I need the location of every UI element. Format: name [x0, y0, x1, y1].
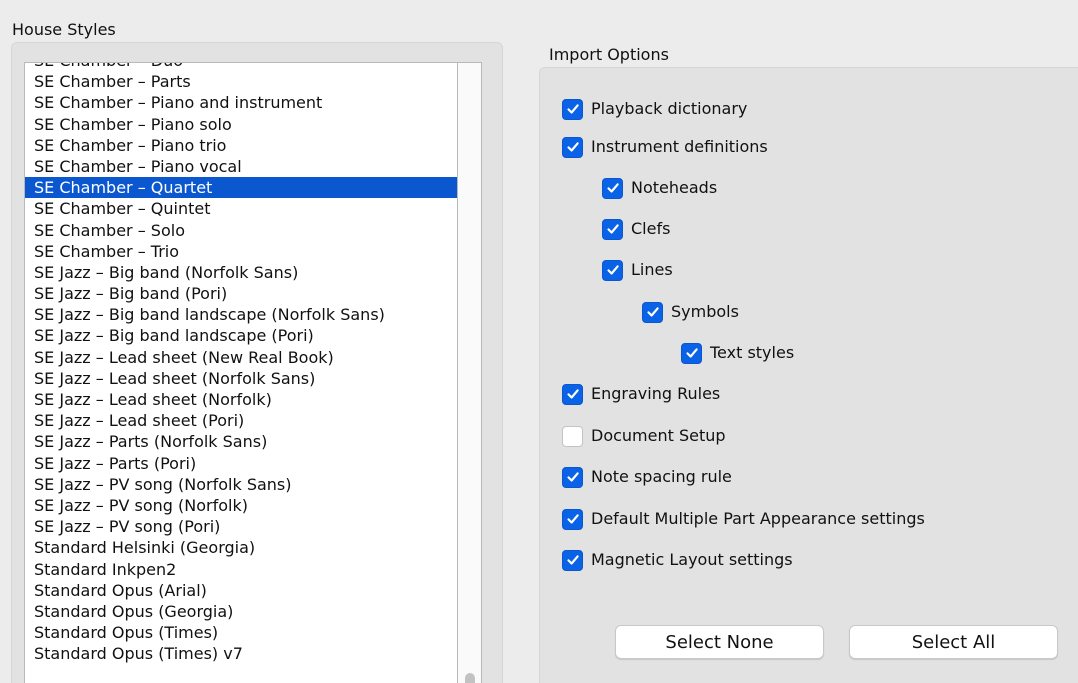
house-styles-title: House Styles: [12, 20, 116, 39]
house-style-item[interactable]: Standard Inkpen2: [25, 559, 457, 580]
house-style-item[interactable]: SE Jazz – Lead sheet (New Real Book): [25, 347, 457, 368]
import-option[interactable]: Noteheads: [602, 175, 717, 201]
house-style-item[interactable]: SE Chamber – Solo: [25, 220, 457, 241]
house-style-item[interactable]: Standard Opus (Georgia): [25, 601, 457, 622]
house-style-item[interactable]: SE Chamber – Piano solo: [25, 114, 457, 135]
house-style-item[interactable]: SE Chamber – Piano and instrument: [25, 92, 457, 113]
house-style-item[interactable]: SE Jazz – Parts (Norfolk Sans): [25, 431, 457, 452]
checkbox-checked-icon[interactable]: [602, 218, 623, 240]
import-option[interactable]: Playback dictionary: [562, 96, 747, 122]
scrollbar-thumb[interactable]: [465, 673, 475, 683]
house-style-item[interactable]: Standard Opus (Arial): [25, 580, 457, 601]
house-style-item[interactable]: SE Chamber – Parts: [25, 71, 457, 92]
house-style-item[interactable]: Standard Helsinki (Georgia): [25, 537, 457, 558]
house-style-item[interactable]: SE Jazz – Big band landscape (Pori): [25, 325, 457, 346]
house-styles-scrollbar[interactable]: [458, 62, 482, 683]
import-option[interactable]: Symbols: [642, 299, 739, 325]
import-option-label: Instrument definitions: [591, 137, 768, 156]
house-style-item[interactable]: SE Chamber – Piano vocal: [25, 156, 457, 177]
import-option[interactable]: Text styles: [681, 340, 794, 366]
checkbox-checked-icon[interactable]: [562, 549, 583, 571]
import-option-label: Note spacing rule: [591, 467, 732, 486]
select-none-button[interactable]: Select None: [615, 625, 824, 659]
import-option-label: Symbols: [671, 302, 739, 321]
checkbox-checked-icon[interactable]: [562, 466, 583, 488]
import-option-label: Default Multiple Part Appearance setting…: [591, 509, 925, 528]
import-option-label: Playback dictionary: [591, 99, 748, 118]
house-styles-list[interactable]: SE Chamber – DuoSE Chamber – PartsSE Cha…: [24, 62, 458, 683]
house-style-item[interactable]: SE Chamber – Piano trio: [25, 135, 457, 156]
house-style-item[interactable]: SE Jazz – Big band (Norfolk Sans): [25, 262, 457, 283]
house-style-item[interactable]: Standard Opus (Times): [25, 622, 457, 643]
house-style-item[interactable]: SE Jazz – Lead sheet (Pori): [25, 410, 457, 431]
import-option-label: Engraving Rules: [591, 384, 721, 403]
checkbox-unchecked-icon[interactable]: [562, 425, 583, 447]
import-option[interactable]: Magnetic Layout settings: [562, 547, 793, 573]
checkbox-checked-icon[interactable]: [562, 508, 583, 530]
import-option[interactable]: Note spacing rule: [562, 464, 732, 490]
house-style-item[interactable]: SE Chamber – Quartet: [25, 177, 457, 199]
checkbox-checked-icon[interactable]: [602, 259, 623, 281]
house-style-item[interactable]: SE Chamber – Trio: [25, 241, 457, 262]
import-option[interactable]: Engraving Rules: [562, 381, 720, 407]
import-option-label: Clefs: [631, 219, 671, 238]
house-style-item[interactable]: SE Chamber – Quintet: [25, 198, 457, 219]
house-style-item[interactable]: SE Jazz – Big band landscape (Norfolk Sa…: [25, 304, 457, 325]
house-style-item[interactable]: SE Jazz – Parts (Pori): [25, 453, 457, 474]
select-all-button[interactable]: Select All: [849, 625, 1058, 659]
house-styles-list-content: SE Chamber – DuoSE Chamber – PartsSE Cha…: [25, 63, 457, 664]
import-option[interactable]: Document Setup: [562, 423, 726, 449]
checkbox-checked-icon[interactable]: [562, 136, 583, 158]
import-options-title: Import Options: [549, 45, 669, 64]
house-style-item[interactable]: SE Chamber – Duo: [25, 63, 457, 71]
import-option[interactable]: Clefs: [602, 216, 670, 242]
house-style-item[interactable]: Standard Opus (Times) v7: [25, 643, 457, 664]
checkbox-checked-icon[interactable]: [562, 383, 583, 405]
checkbox-checked-icon[interactable]: [562, 98, 583, 120]
house-style-item[interactable]: SE Jazz – Lead sheet (Norfolk): [25, 389, 457, 410]
house-style-item[interactable]: SE Jazz – PV song (Norfolk): [25, 495, 457, 516]
checkbox-checked-icon[interactable]: [642, 301, 663, 323]
house-style-item[interactable]: SE Jazz – PV song (Norfolk Sans): [25, 474, 457, 495]
house-style-item[interactable]: SE Jazz – PV song (Pori): [25, 516, 457, 537]
import-option-label: Noteheads: [631, 178, 718, 197]
import-option[interactable]: Lines: [602, 257, 673, 283]
import-option-label: Document Setup: [591, 426, 726, 445]
checkbox-checked-icon[interactable]: [681, 342, 702, 364]
import-option-label: Lines: [631, 260, 673, 279]
import-option[interactable]: Instrument definitions: [562, 134, 768, 160]
import-option-label: Magnetic Layout settings: [591, 550, 793, 569]
house-style-item[interactable]: SE Jazz – Big band (Pori): [25, 283, 457, 304]
house-style-item[interactable]: SE Jazz – Lead sheet (Norfolk Sans): [25, 368, 457, 389]
import-option-label: Text styles: [710, 343, 795, 362]
checkbox-checked-icon[interactable]: [602, 177, 623, 199]
import-option[interactable]: Default Multiple Part Appearance setting…: [562, 506, 925, 532]
house-styles-dialog: House Styles SE Chamber – DuoSE Chamber …: [0, 0, 1078, 683]
